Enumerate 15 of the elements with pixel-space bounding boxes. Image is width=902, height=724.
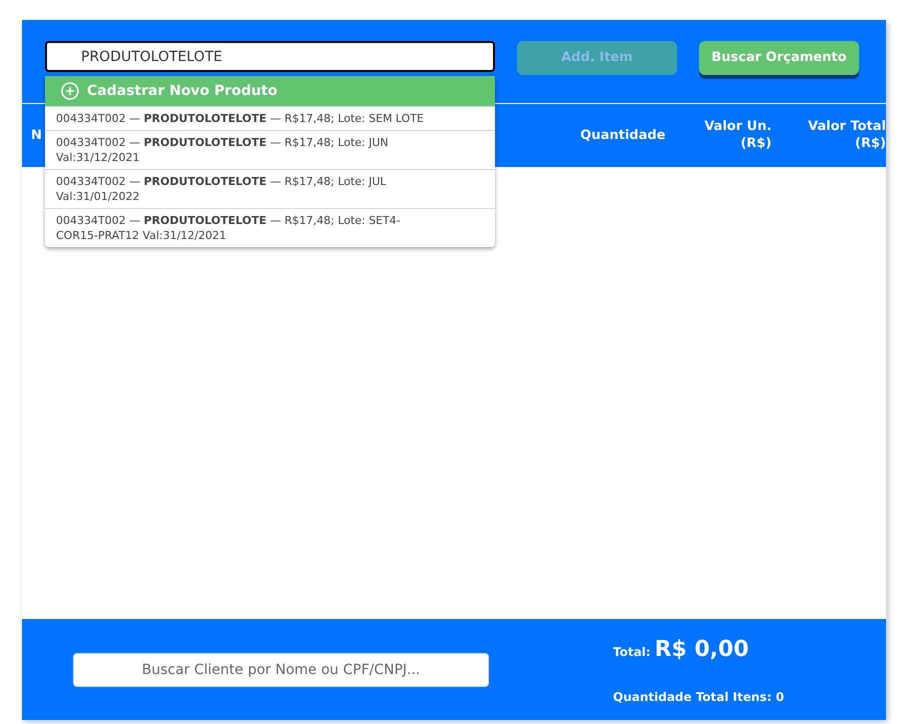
column-header: Valor Total (R$) <box>807 119 886 152</box>
column-header: Quantidade <box>579 126 666 145</box>
client-search-field[interactable]: Buscar Cliente por Nome ou CPF/CNPJ... <box>73 652 489 686</box>
new-product-label: Cadastrar Novo Produto <box>87 82 278 100</box>
product-search-field[interactable]: PRODUTOLOTELOTE <box>45 41 495 72</box>
product-option[interactable]: 004334T002 — PRODUTOLOTELOTE — R$17,48; Lote: SET4-COR15-PRAT12 Val:31/12/2021 <box>45 208 495 247</box>
plus-circle-icon <box>61 82 79 100</box>
column-header: N <box>31 126 42 145</box>
product-option[interactable]: 004334T002 — PRODUTOLOTELOTE — R$17,48; Lote: JUN Val:31/12/2021 <box>45 130 495 169</box>
column-header: Valor Un. (R$) <box>703 119 772 152</box>
product-option[interactable]: 004334T002 — PRODUTOLOTELOTE — R$17,48; Lote: JUL Val:31/01/2022 <box>45 169 495 208</box>
product-option[interactable]: 004334T002 — PRODUTOLOTELOTE — R$17,48; Lote: SEM LOTE <box>45 106 495 130</box>
total-value: R$ 0,00 <box>654 636 749 664</box>
total-label: Total: <box>613 644 651 661</box>
total-quantity: Quantidade Total Itens: 0 <box>613 689 784 706</box>
